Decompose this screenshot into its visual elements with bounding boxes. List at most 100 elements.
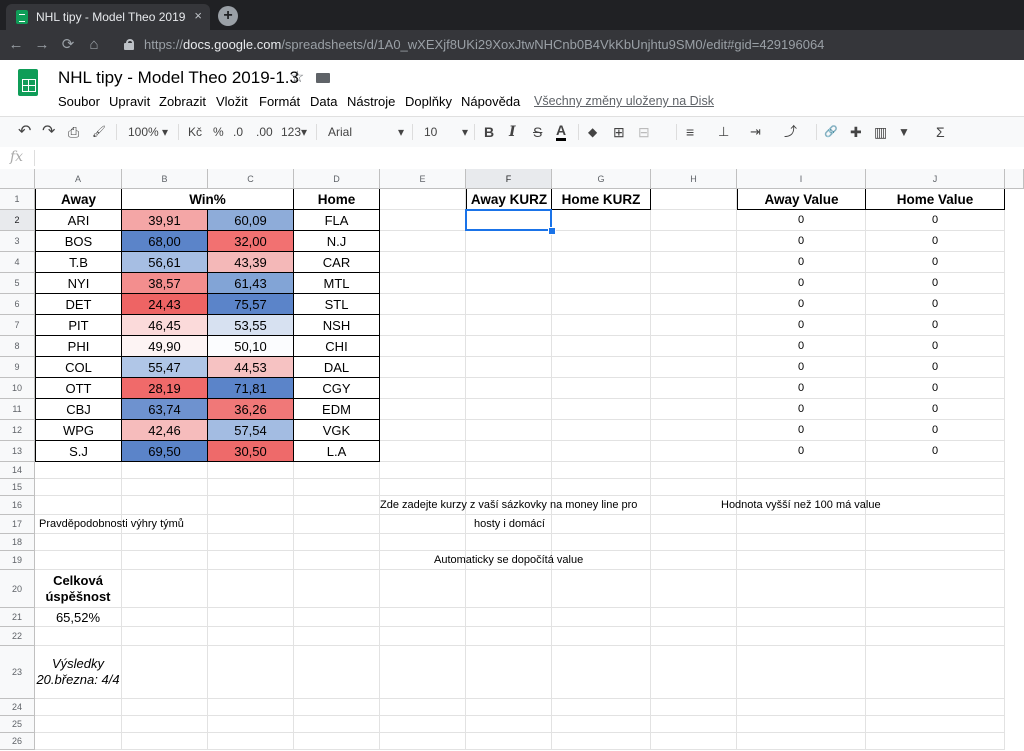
grid-cell[interactable] xyxy=(294,462,380,479)
grid-cell[interactable] xyxy=(294,479,380,496)
grid-cell[interactable] xyxy=(737,462,866,479)
column-header-b[interactable]: B xyxy=(122,169,208,189)
home-win-percent-cell[interactable]: 50,10 xyxy=(208,336,294,357)
grid-cell[interactable] xyxy=(651,570,737,608)
row-header-5[interactable]: 5 xyxy=(0,273,35,294)
grid-cell[interactable] xyxy=(651,646,737,699)
away-value-cell[interactable]: 0 xyxy=(737,231,866,252)
away-team-cell[interactable]: PHI xyxy=(35,336,122,357)
grid-cell[interactable] xyxy=(737,479,866,496)
grid-cell[interactable] xyxy=(294,646,380,699)
home-win-percent-cell[interactable]: 36,26 xyxy=(208,399,294,420)
grid-cell[interactable] xyxy=(380,733,466,750)
back-icon[interactable]: ← xyxy=(6,35,26,55)
grid-cell[interactable] xyxy=(651,551,737,570)
grid-cell[interactable] xyxy=(737,627,866,646)
selected-cell-outline[interactable] xyxy=(465,209,552,231)
grid-cell[interactable] xyxy=(294,496,380,515)
home-win-percent-cell[interactable]: 71,81 xyxy=(208,378,294,399)
home-win-percent-cell[interactable]: 32,00 xyxy=(208,231,294,252)
row-header-17[interactable]: 17 xyxy=(0,515,35,534)
home-win-percent-cell[interactable]: 57,54 xyxy=(208,420,294,441)
away-win-percent-cell[interactable]: 68,00 xyxy=(122,231,208,252)
grid-cell[interactable] xyxy=(35,716,122,733)
grid-cell[interactable] xyxy=(294,733,380,750)
grid-cell[interactable] xyxy=(380,479,466,496)
grid-cell[interactable] xyxy=(651,420,737,441)
grid-cell[interactable] xyxy=(35,462,122,479)
grid-cell[interactable] xyxy=(294,551,380,570)
grid-cell[interactable] xyxy=(651,336,737,357)
text-wrap-icon[interactable]: ⇥ xyxy=(750,122,761,142)
grid-cell[interactable] xyxy=(122,534,208,551)
home-value-cell[interactable]: 0 xyxy=(866,378,1005,399)
grid-cell[interactable] xyxy=(380,627,466,646)
grid-cell[interactable] xyxy=(466,441,552,462)
home-team-cell[interactable]: CGY xyxy=(294,378,380,399)
grid-cell[interactable] xyxy=(35,534,122,551)
grid-cell[interactable] xyxy=(208,627,294,646)
away-win-percent-cell[interactable]: 56,61 xyxy=(122,252,208,273)
home-team-cell[interactable]: CHI xyxy=(294,336,380,357)
header-home[interactable]: Home xyxy=(294,189,380,210)
grid-cell[interactable] xyxy=(380,534,466,551)
grid-cell[interactable] xyxy=(122,716,208,733)
home-team-cell[interactable]: DAL xyxy=(294,357,380,378)
grid-cell[interactable] xyxy=(380,420,466,441)
grid-cell[interactable] xyxy=(737,733,866,750)
grid-cell[interactable] xyxy=(866,479,1005,496)
grid-cell[interactable] xyxy=(552,336,651,357)
grid-cell[interactable] xyxy=(294,534,380,551)
home-team-cell[interactable]: VGK xyxy=(294,420,380,441)
row-header-4[interactable]: 4 xyxy=(0,252,35,273)
grid-cell[interactable] xyxy=(866,699,1005,716)
grid-cell[interactable] xyxy=(866,551,1005,570)
row-header-10[interactable]: 10 xyxy=(0,378,35,399)
home-win-percent-cell[interactable]: 75,57 xyxy=(208,294,294,315)
away-team-cell[interactable]: T.B xyxy=(35,252,122,273)
grid-cell[interactable] xyxy=(651,252,737,273)
grid-cell[interactable] xyxy=(466,420,552,441)
home-value-cell[interactable]: 0 xyxy=(866,336,1005,357)
grid-cell[interactable] xyxy=(466,357,552,378)
home-win-percent-cell[interactable]: 60,09 xyxy=(208,210,294,231)
row-header-1[interactable]: 1 xyxy=(0,189,35,210)
grid-cell[interactable] xyxy=(122,627,208,646)
grid-cell[interactable] xyxy=(208,733,294,750)
away-value-cell[interactable]: 0 xyxy=(737,441,866,462)
grid-cell[interactable] xyxy=(651,399,737,420)
grid-cell[interactable] xyxy=(866,608,1005,627)
home-value-cell[interactable]: 0 xyxy=(866,441,1005,462)
grid-cell[interactable] xyxy=(294,608,380,627)
grid-cell[interactable] xyxy=(737,551,866,570)
row-header-6[interactable]: 6 xyxy=(0,294,35,315)
paint-format-icon[interactable]: 🖌 xyxy=(92,122,106,142)
menu-format[interactable]: Formát xyxy=(259,94,300,109)
home-value-cell[interactable]: 0 xyxy=(866,420,1005,441)
home-value-cell[interactable]: 0 xyxy=(866,399,1005,420)
grid-cell[interactable] xyxy=(122,608,208,627)
away-value-cell[interactable]: 0 xyxy=(737,210,866,231)
home-team-cell[interactable]: STL xyxy=(294,294,380,315)
grid-cell[interactable] xyxy=(294,699,380,716)
home-win-percent-cell[interactable]: 43,39 xyxy=(208,252,294,273)
column-header-h[interactable]: H xyxy=(651,169,737,189)
grid-cell[interactable] xyxy=(380,462,466,479)
grid-cell[interactable] xyxy=(552,441,651,462)
grid-cell[interactable] xyxy=(466,646,552,699)
menu-napoveda[interactable]: Nápověda xyxy=(461,94,520,109)
grid-cell[interactable] xyxy=(552,716,651,733)
fill-handle[interactable] xyxy=(548,227,556,235)
grid-cell[interactable] xyxy=(466,699,552,716)
grid-cell[interactable] xyxy=(122,646,208,699)
grid-cell[interactable] xyxy=(552,315,651,336)
away-win-percent-cell[interactable]: 55,47 xyxy=(122,357,208,378)
grid-cell[interactable] xyxy=(651,273,737,294)
browser-tab[interactable]: NHL tipy - Model Theo 2019-1.3 × xyxy=(6,4,210,30)
grid-cell[interactable] xyxy=(651,716,737,733)
functions-button[interactable]: Σ xyxy=(936,122,945,142)
grid-cell[interactable] xyxy=(35,627,122,646)
grid-cell[interactable] xyxy=(866,646,1005,699)
save-status-link[interactable]: Všechny změny uloženy na Disk xyxy=(534,94,714,108)
row-header-8[interactable]: 8 xyxy=(0,336,35,357)
